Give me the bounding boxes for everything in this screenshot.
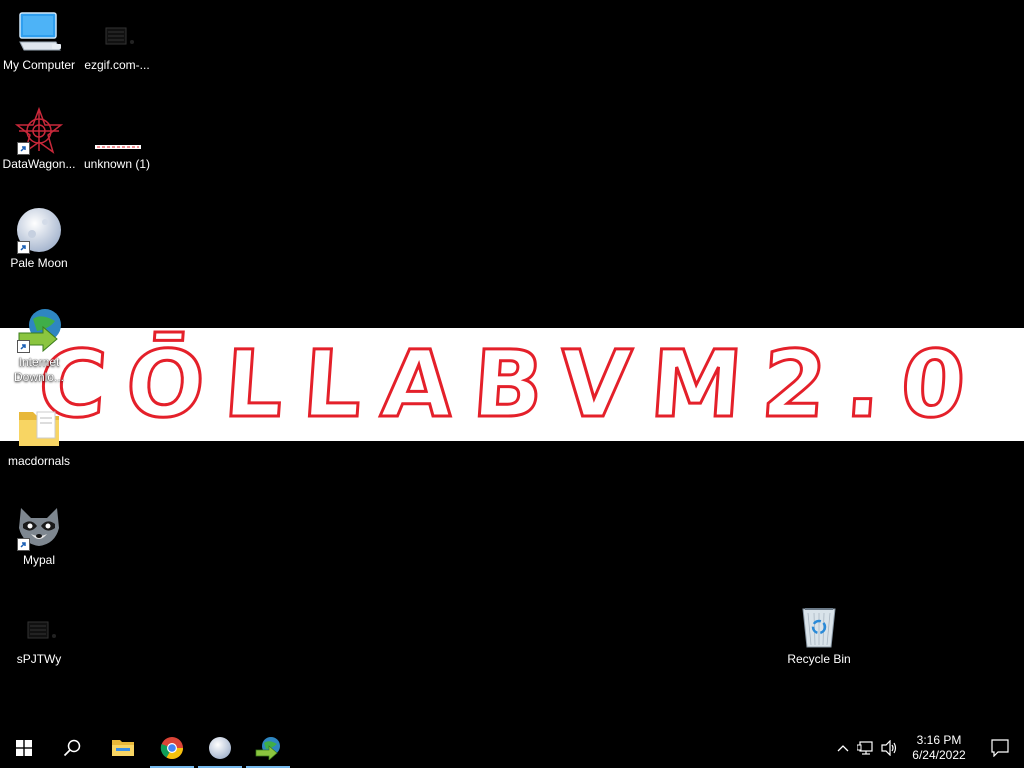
desktop-icon-ezgif[interactable]: ezgif.com-...	[78, 8, 156, 73]
taskbar: 3:16 PM 6/24/2022	[0, 728, 1024, 768]
desktop-icon-mypal[interactable]: Mypal	[0, 503, 78, 568]
icon-label: DataWagon...	[2, 157, 76, 171]
system-tray: 3:16 PM 6/24/2022	[832, 728, 1024, 768]
clock-time: 3:16 PM	[916, 733, 962, 747]
shortcut-arrow-icon	[17, 340, 30, 353]
pale-moon-icon	[15, 206, 63, 254]
pale-moon-icon	[209, 737, 231, 759]
taskbar-internet-download-manager[interactable]	[244, 728, 292, 768]
shortcut-arrow-icon	[17, 142, 30, 155]
action-center-button[interactable]	[976, 728, 1024, 768]
internet-download-manager-icon	[255, 737, 280, 760]
image-file-icon	[15, 602, 63, 650]
computer-icon	[15, 8, 63, 56]
show-hidden-icons-button[interactable]	[832, 728, 854, 768]
icon-label: macdornals	[7, 454, 71, 468]
shortcut-arrow-icon	[17, 241, 30, 254]
datawagon-icon	[15, 107, 63, 155]
desktop: CŌLLABVM2.0 My Computer ezgif.com-... Da…	[0, 0, 1024, 728]
icon-label: Recycle Bin	[787, 652, 851, 666]
desktop-icon-spjtwy[interactable]: sPJTWy	[0, 602, 78, 667]
folder-icon	[15, 404, 63, 452]
desktop-icon-my-computer[interactable]: My Computer	[0, 8, 78, 73]
clock-date: 6/24/2022	[912, 748, 966, 762]
speaker-icon	[881, 740, 897, 756]
network-button[interactable]	[854, 728, 878, 768]
desktop-icon-internet-download-manager[interactable]: Internet Downlo...	[0, 305, 78, 385]
desktop-icon-unknown[interactable]: unknown (1)	[78, 107, 156, 172]
icon-label: ezgif.com-...	[84, 58, 150, 72]
start-button[interactable]	[0, 728, 48, 768]
search-icon	[63, 739, 81, 757]
desktop-icon-datawagon[interactable]: DataWagon...	[0, 107, 78, 172]
chevron-up-icon	[837, 745, 849, 752]
taskbar-file-explorer[interactable]	[98, 728, 148, 768]
icon-label: Pale Moon	[10, 256, 68, 270]
icon-label: sPJTWy	[16, 652, 62, 666]
mypal-raccoon-icon	[15, 503, 63, 551]
desktop-icon-recycle-bin[interactable]: Recycle Bin	[780, 602, 858, 667]
taskbar-pale-moon[interactable]	[196, 728, 244, 768]
chrome-icon	[160, 737, 183, 759]
search-button[interactable]	[48, 728, 96, 768]
icon-label: Mypal	[22, 553, 55, 567]
image-file-icon	[93, 107, 141, 155]
notification-icon	[991, 739, 1009, 757]
recycle-bin-icon	[795, 602, 843, 650]
image-file-icon	[93, 8, 141, 56]
icon-label: unknown (1)	[83, 157, 151, 171]
wallpaper-banner: CŌLLABVM2.0	[0, 328, 1024, 441]
file-explorer-icon	[112, 740, 134, 756]
taskbar-chrome[interactable]	[148, 728, 196, 768]
wallpaper-text: CŌLLABVM2.0	[34, 330, 991, 440]
internet-download-manager-icon	[15, 305, 63, 353]
windows-logo-icon	[16, 740, 32, 756]
icon-label: My Computer	[2, 58, 76, 72]
icon-label: Internet Downlo...	[13, 355, 65, 384]
clock[interactable]: 3:16 PM 6/24/2022	[902, 728, 976, 768]
desktop-icon-macdornals[interactable]: macdornals	[0, 404, 78, 469]
volume-button[interactable]	[878, 728, 902, 768]
network-icon	[857, 741, 873, 755]
shortcut-arrow-icon	[17, 538, 30, 551]
desktop-icon-pale-moon[interactable]: Pale Moon	[0, 206, 78, 271]
